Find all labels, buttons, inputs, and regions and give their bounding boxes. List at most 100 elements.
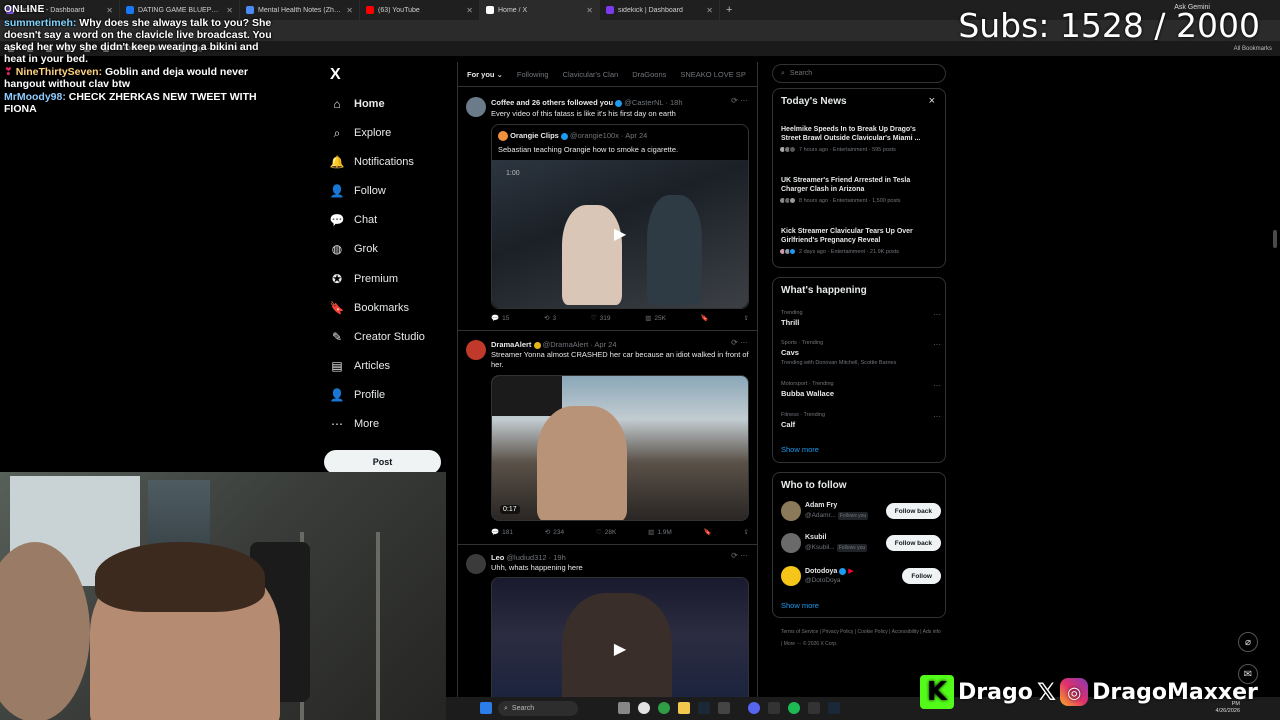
more-icon[interactable]: ⟳ ··· xyxy=(731,551,748,560)
trend-item[interactable]: Sports · Trending Cavs Trending with Don… xyxy=(781,340,941,366)
avatar[interactable] xyxy=(781,533,801,553)
taskbar-search[interactable]: ⌕ Search xyxy=(498,701,578,716)
scrollbar-thumb[interactable] xyxy=(1273,230,1277,248)
tab-for-you[interactable]: For you ⌄ xyxy=(467,70,503,79)
avatar[interactable] xyxy=(466,97,486,117)
new-tab-button[interactable]: + xyxy=(720,4,738,16)
repost-button[interactable]: ⟲ 3 xyxy=(544,314,556,323)
views-button[interactable]: ▥ 25K xyxy=(645,314,666,323)
bookmark-icon[interactable]: 🔖 xyxy=(704,528,712,536)
nav-item-more[interactable]: ⋯ More xyxy=(330,417,379,431)
reply-button[interactable]: 💬 181 xyxy=(491,528,513,537)
nav-item-notifications[interactable]: 🔔 Notifications xyxy=(330,155,414,169)
nav-item-chat[interactable]: 💬 Chat xyxy=(330,213,378,227)
steam-icon[interactable] xyxy=(828,702,840,714)
windows-start-icon[interactable] xyxy=(480,702,492,714)
play-icon[interactable]: ▶ xyxy=(609,223,631,245)
nav-item-bookmarks[interactable]: 🔖 Bookmarks xyxy=(330,301,410,315)
news-item[interactable]: Kick Streamer Clavicular Tears Up Over G… xyxy=(779,227,937,255)
file-explorer-icon[interactable] xyxy=(678,702,690,714)
more-icon[interactable]: ··· xyxy=(933,381,941,390)
search-input[interactable]: ⌕ Search xyxy=(772,64,946,83)
close-tab-icon[interactable]: ✕ xyxy=(586,6,593,15)
news-item[interactable]: Heelmike Speeds In to Break Up Drago's S… xyxy=(779,125,937,153)
tab-dragoons[interactable]: DraGoons xyxy=(632,70,666,79)
close-tab-icon[interactable]: ✕ xyxy=(466,6,473,15)
tweet-name[interactable]: Leo xyxy=(491,553,504,562)
follow-back-button[interactable]: Follow back xyxy=(885,503,941,519)
close-tab-icon[interactable]: ✕ xyxy=(706,6,713,15)
browser-tab[interactable]: Home / X ✕ xyxy=(480,0,600,20)
like-button[interactable]: ♡ 319 xyxy=(591,314,611,323)
close-tab-icon[interactable]: ✕ xyxy=(346,6,353,15)
x-logo[interactable]: X xyxy=(330,66,341,84)
tweet-handle[interactable]: @CasterNL xyxy=(624,98,663,107)
quote-tweet[interactable]: Orangie Clips @orangie100x · Apr 24 Seba… xyxy=(491,124,749,309)
show-more-link[interactable]: Show more xyxy=(781,601,819,610)
trend-item[interactable]: Trending Thrill ··· xyxy=(781,310,941,327)
grok-icon[interactable]: ⌀ xyxy=(1238,632,1258,652)
avatar[interactable] xyxy=(466,340,486,360)
browser-tab[interactable]: (63) YouTube ✕ xyxy=(360,0,480,20)
tab-clavicular-clan[interactable]: Clavicular's Clan xyxy=(563,70,619,79)
avatar[interactable] xyxy=(781,566,801,586)
video-player[interactable]: 0:17 xyxy=(491,375,749,521)
follow-back-button[interactable]: Follow back xyxy=(885,535,941,551)
more-icon[interactable]: ··· xyxy=(933,310,941,319)
more-icon[interactable]: ··· xyxy=(933,412,941,421)
task-view-icon[interactable] xyxy=(618,702,630,714)
nav-item-premium[interactable]: ✪ Premium xyxy=(330,272,398,286)
news-item[interactable]: UK Streamer's Friend Arrested in Tesla C… xyxy=(779,176,937,204)
app-icon[interactable] xyxy=(718,702,730,714)
spotify-icon[interactable] xyxy=(788,702,800,714)
nav-item-follow[interactable]: 👤 Follow xyxy=(330,184,386,198)
tweet-handle[interactable]: @ludiud312 · 19h xyxy=(506,553,565,562)
more-icon[interactable]: ⟳ ··· xyxy=(731,96,748,105)
bookmark-icon[interactable]: 🔖 xyxy=(701,314,709,322)
play-icon[interactable]: ▶ xyxy=(609,638,631,660)
footer-links[interactable]: Terms of Service | Privacy Policy | Cook… xyxy=(781,626,941,650)
avatar[interactable] xyxy=(781,501,801,521)
trend-item[interactable]: Motorsport · Trending Bubba Wallace ··· xyxy=(781,381,941,398)
app-icon[interactable] xyxy=(768,702,780,714)
reply-button[interactable]: 💬 15 xyxy=(491,314,509,323)
show-more-link[interactable]: Show more xyxy=(781,445,819,454)
follow-suggestion[interactable]: Adam Fry @Adamr... Follows you Follow bac… xyxy=(781,501,941,525)
follow-suggestion[interactable]: Ksubil @Ksubil... Follows you Follow back xyxy=(781,533,941,557)
repost-button[interactable]: ⟲ 234 xyxy=(545,528,564,537)
more-icon[interactable]: ⟳ ··· xyxy=(731,338,748,347)
discord-icon[interactable] xyxy=(748,702,760,714)
tweet[interactable]: Leo @ludiud312 · 19h ⟳ ··· Uhh, whats ha… xyxy=(458,546,758,720)
tweet[interactable]: DramaAlert @DramaAlert · Apr 24 ⟳ ··· St… xyxy=(458,332,758,545)
tweet-name[interactable]: DramaAlert xyxy=(491,340,531,349)
nav-item-home[interactable]: ⌂ Home xyxy=(330,97,384,111)
nav-item-grok[interactable]: ◍ Grok xyxy=(330,242,378,256)
post-button[interactable]: Post xyxy=(324,450,441,474)
steam-icon[interactable] xyxy=(698,702,710,714)
nav-item-articles[interactable]: ▤ Articles xyxy=(330,359,390,373)
close-icon[interactable]: × xyxy=(929,95,935,107)
share-icon[interactable]: ⇪ xyxy=(744,528,749,536)
views-button[interactable]: ▥ 1.9M xyxy=(648,528,672,537)
browser-tab[interactable]: sidekick | Dashboard ✕ xyxy=(600,0,720,20)
nav-item-creator-studio[interactable]: ✎ Creator Studio xyxy=(330,330,425,344)
like-button[interactable]: ♡ 28K xyxy=(596,528,616,537)
tab-sneako-love[interactable]: SNEAKO LOVE SP xyxy=(680,70,745,79)
trend-item[interactable]: Fitness · Trending Calf ··· xyxy=(781,412,941,429)
scrollbar[interactable] xyxy=(1272,62,1278,702)
more-icon[interactable]: ··· xyxy=(933,340,941,349)
tab-following[interactable]: Following xyxy=(517,70,549,79)
nav-item-profile[interactable]: 👤 Profile xyxy=(330,388,386,402)
tweet[interactable]: Coffee and 26 others followed you @Caste… xyxy=(458,88,758,331)
video-player[interactable]: 1:00 ▶ xyxy=(492,160,748,308)
avatar[interactable] xyxy=(466,554,486,574)
share-icon[interactable]: ⇪ xyxy=(744,314,749,322)
tweet-handle[interactable]: @DramaAlert · Apr 24 xyxy=(543,340,617,349)
chrome-profile-icon[interactable] xyxy=(658,702,670,714)
chrome-icon[interactable] xyxy=(638,702,650,714)
follow-suggestion[interactable]: Dotodoya ▶ @DotoDoya Follow xyxy=(781,566,941,590)
nav-item-explore[interactable]: ⌕ Explore xyxy=(330,126,392,140)
app-icon[interactable] xyxy=(808,702,820,714)
follow-button[interactable]: Follow xyxy=(902,568,941,584)
all-bookmarks-button[interactable]: All Bookmarks xyxy=(1234,46,1272,52)
